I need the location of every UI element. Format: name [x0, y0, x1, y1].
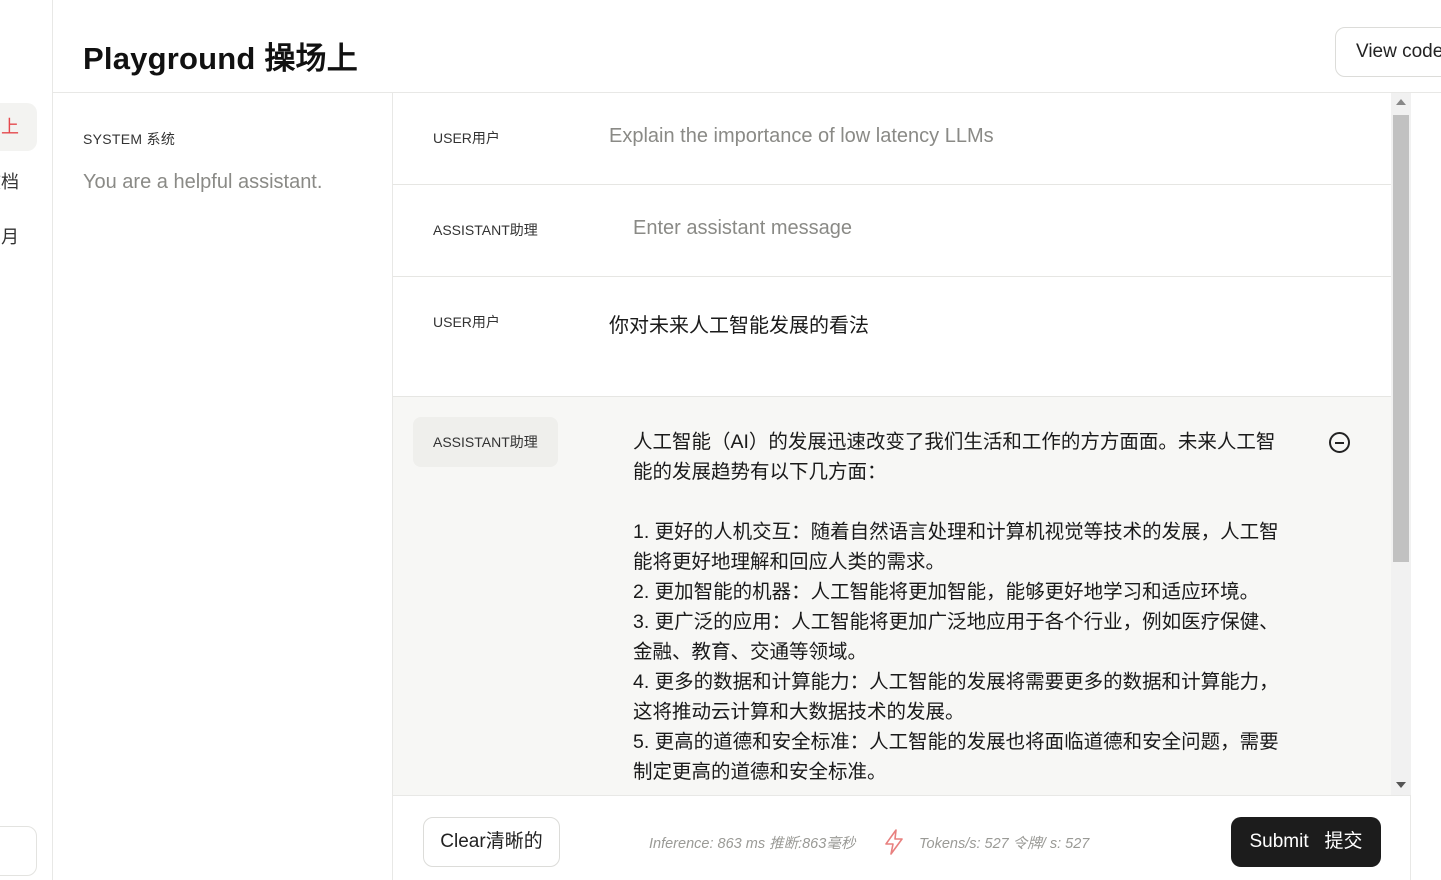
scroll-up-icon[interactable]	[1396, 99, 1406, 105]
clear-button[interactable]: Clear清晰的	[423, 817, 560, 867]
submit-button[interactable]: Submit 提交	[1231, 817, 1381, 867]
message-row: ASSISTANT助理 Enter assistant message	[393, 185, 1391, 277]
reply-paragraph: 5. 更高的道德和安全标准：人工智能的发展也将面临道德和安全问题，需要制定更高的…	[633, 731, 1279, 783]
view-code-button[interactable]: View code	[1335, 27, 1441, 77]
page-title: Playground 操场上	[83, 41, 358, 76]
message-row: ASSISTANT助理 人工智能（AI）的发展迅速改变了我们生活和工作的方方面面…	[393, 397, 1391, 795]
tokens-stat: Tokens/s: 527 令牌/ s: 527	[919, 836, 1090, 852]
user-message-input[interactable]: 你对未来人工智能发展的看法	[609, 309, 869, 338]
user-message-input[interactable]: Explain the importance of low latency LL…	[609, 125, 994, 148]
reply-paragraph: 3. 更广泛的应用：人工智能将更加广泛地应用于各个行业，例如医疗保健、金融、教育…	[633, 611, 1279, 663]
role-toggle-button[interactable]: USER用户	[413, 297, 520, 347]
message-row: USER用户 你对未来人工智能发展的看法	[393, 277, 1391, 397]
reply-paragraph: 4. 更多的数据和计算能力：人工智能的发展将需要更多的数据和计算能力，这将推动云…	[633, 671, 1279, 723]
left-nav: 上 文档 月	[0, 0, 53, 880]
scroll-thumb[interactable]	[1393, 115, 1409, 562]
scroll-down-icon[interactable]	[1396, 782, 1406, 788]
nav-item-playground[interactable]: 上	[0, 103, 37, 151]
system-label: SYSTEM 系统	[83, 131, 176, 147]
system-panel: SYSTEM 系统 You are a helpful assistant.	[53, 93, 393, 880]
assistant-message-input[interactable]: 人工智能（AI）的发展迅速改变了我们生活和工作的方方面面。未来人工智能的发展趋势…	[633, 427, 1283, 787]
conversation-scrollbar[interactable]	[1391, 93, 1411, 795]
role-toggle-button[interactable]: ASSISTANT助理	[413, 417, 558, 467]
reply-paragraph: 1. 更好的人机交互：随着自然语言处理和计算机视觉等技术的发展，人工智能将更好地…	[633, 521, 1279, 573]
lightning-bolt-icon	[885, 829, 903, 855]
nav-item-docs[interactable]: 文档	[0, 158, 37, 206]
page-header: Playground 操场上 View code	[53, 0, 1441, 93]
nav-account-button[interactable]	[0, 826, 37, 876]
nav-item-usage[interactable]: 月	[0, 213, 37, 261]
system-prompt-input[interactable]: You are a helpful assistant.	[83, 171, 322, 194]
message-row: USER用户 Explain the importance of low lat…	[393, 93, 1391, 185]
reply-paragraph: 2. 更加智能的机器：人工智能将更加智能，能够更好地学习和适应环境。	[633, 581, 1260, 603]
inference-stat: Inference: 863 ms 推断:863毫秒	[649, 836, 856, 852]
role-toggle-button[interactable]: USER用户	[413, 113, 520, 163]
reply-paragraph: 人工智能（AI）的发展迅速改变了我们生活和工作的方方面面。未来人工智能的发展趋势…	[633, 431, 1276, 483]
conversation: USER用户 Explain the importance of low lat…	[393, 93, 1391, 795]
role-toggle-button[interactable]: ASSISTANT助理	[413, 205, 558, 255]
assistant-message-input[interactable]: Enter assistant message	[633, 217, 852, 240]
remove-message-icon[interactable]	[1329, 432, 1350, 453]
footer-bar: Clear清晰的 Inference: 863 ms 推断:863毫秒 Toke…	[393, 795, 1411, 880]
